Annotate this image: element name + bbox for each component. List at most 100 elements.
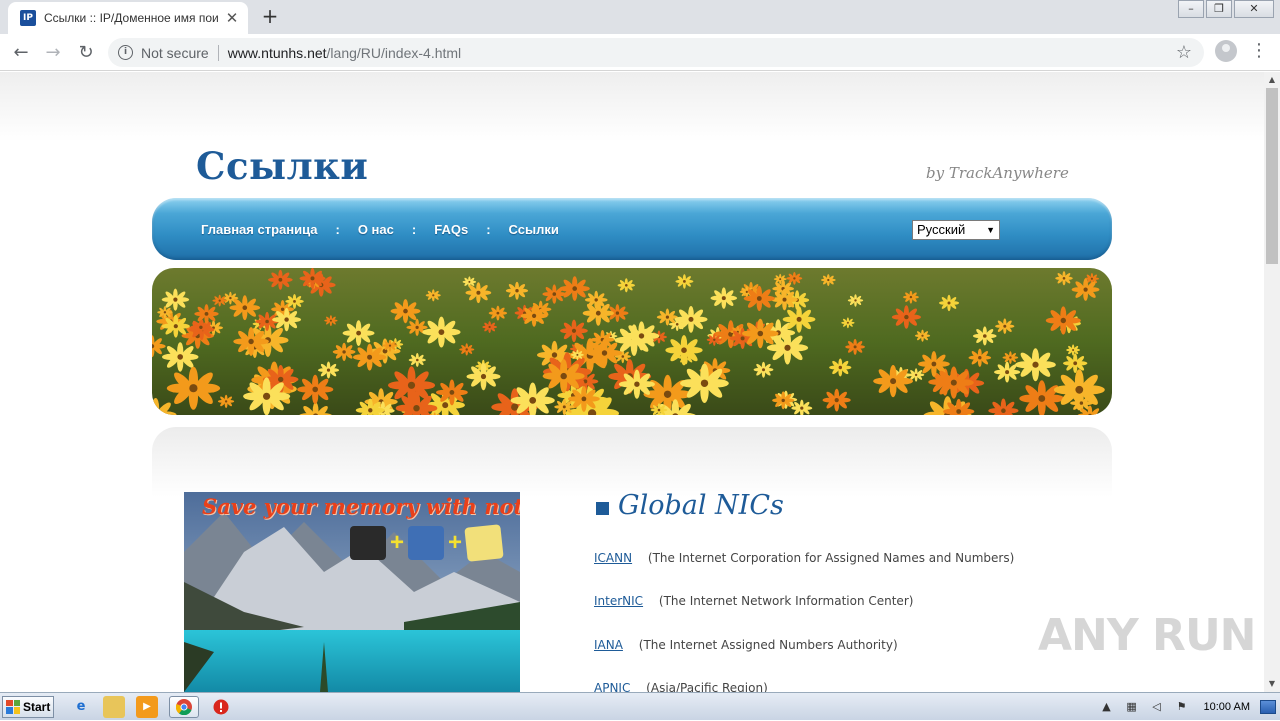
- security-label[interactable]: Not secure: [141, 45, 209, 61]
- promo-icons: + +: [350, 524, 504, 562]
- flower-decoration: [1045, 306, 1081, 335]
- flower-decoration: [488, 305, 508, 321]
- back-icon[interactable]: ←: [8, 40, 34, 66]
- tray-expand-icon[interactable]: ▲: [1099, 699, 1115, 715]
- show-desktop-button[interactable]: [1260, 700, 1276, 714]
- flower-decoration: [542, 359, 585, 394]
- flag-icon[interactable]: ⚑: [1174, 699, 1190, 715]
- flower-decoration: [914, 329, 931, 342]
- flower-decoration: [939, 294, 960, 312]
- promo-ad-image[interactable]: Save your memory with notes + +: [184, 492, 520, 692]
- flower-decoration: [505, 281, 529, 300]
- url-host[interactable]: www.ntunhs.net: [228, 45, 327, 61]
- nav-link-links[interactable]: Ссылки: [509, 222, 559, 237]
- flower-decoration: [268, 269, 293, 290]
- minimize-button[interactable]: –: [1178, 0, 1204, 18]
- iana-link[interactable]: IANA: [594, 638, 623, 652]
- windows-taskbar: Start e ▶ ▲ ▦ ◁ ⚑ 10:00 AM: [0, 692, 1280, 720]
- flower-decoration: [157, 306, 173, 319]
- site-favicon-icon: IP: [20, 10, 36, 26]
- page-viewport: Ссылки by TrackAnywhere Главная страница…: [0, 72, 1264, 692]
- flower-decoration: [190, 318, 212, 337]
- flower-decoration: [459, 343, 475, 356]
- star-icon[interactable]: ☆: [1176, 42, 1192, 63]
- stop-icon[interactable]: [210, 696, 232, 718]
- network-icon[interactable]: ▦: [1124, 699, 1140, 715]
- list-item: APNIC (Asia/Pacific Region): [594, 681, 768, 692]
- flower-decoration: [847, 294, 864, 307]
- chrome-taskbar-button[interactable]: [169, 695, 199, 718]
- flower-decoration: [674, 306, 708, 333]
- forward-icon[interactable]: →: [40, 40, 66, 66]
- tab-close-icon[interactable]: ✕: [224, 9, 240, 27]
- language-selected: Русский: [917, 222, 966, 237]
- flower-decoration: [324, 315, 338, 327]
- list-item: IANA (The Internet Assigned Numbers Auth…: [594, 638, 898, 652]
- flower-decoration: [243, 377, 291, 415]
- flower-decoration: [285, 293, 304, 309]
- volume-icon[interactable]: ◁: [1149, 699, 1165, 715]
- scroll-thumb[interactable]: [1266, 88, 1278, 264]
- flower-decoration: [821, 274, 836, 286]
- flower-decoration: [972, 326, 997, 346]
- address-bar[interactable]: i Not secure www.ntunhs.net/lang/RU/inde…: [108, 38, 1204, 67]
- flower-decoration: [166, 366, 221, 410]
- sticky-note-icon: [464, 524, 504, 562]
- menu-icon[interactable]: ⋮: [1250, 40, 1268, 64]
- nav-link-faqs[interactable]: FAQs: [434, 222, 468, 237]
- flower-decoration: [845, 338, 865, 355]
- scroll-up-icon[interactable]: ▲: [1264, 72, 1280, 88]
- flower-decoration: [1002, 351, 1019, 364]
- flower-decoration: [617, 278, 635, 293]
- flower-banner-image: [152, 268, 1112, 415]
- flower-decoration: [560, 319, 588, 342]
- promo-text: Save your memory with notes: [202, 494, 520, 519]
- internic-link[interactable]: InterNIC: [594, 594, 643, 608]
- window-close-button[interactable]: ✕: [1234, 0, 1274, 18]
- browser-tab[interactable]: IP Ссылки :: IP/Доменное имя поиска ✕: [8, 2, 248, 34]
- nav-separator: :: [335, 221, 340, 237]
- scroll-down-icon[interactable]: ▼: [1264, 676, 1280, 692]
- language-select[interactable]: Русский ▼: [912, 220, 1000, 240]
- info-icon[interactable]: i: [118, 45, 133, 60]
- flower-decoration: [623, 321, 660, 351]
- flower-decoration: [436, 379, 468, 406]
- flower-decoration: [753, 361, 774, 378]
- flower-decoration: [665, 335, 703, 366]
- nav-link-about[interactable]: О нас: [358, 222, 394, 237]
- flower-decoration: [786, 271, 803, 285]
- profile-icon[interactable]: [1215, 40, 1237, 62]
- maximize-button[interactable]: ❐: [1206, 0, 1232, 18]
- internet-explorer-icon[interactable]: e: [70, 696, 92, 718]
- start-button[interactable]: Start: [2, 695, 54, 718]
- flower-decoration: [559, 276, 590, 301]
- flower-decoration: [554, 398, 575, 415]
- page-scrollbar[interactable]: ▲ ▼: [1264, 72, 1280, 692]
- system-tray: ▲ ▦ ◁ ⚑ 10:00 AM: [1090, 693, 1280, 721]
- new-tab-icon[interactable]: +: [258, 5, 282, 29]
- flower-decoration: [1055, 271, 1073, 286]
- link-description: (The Internet Assigned Numbers Authority…: [638, 638, 898, 652]
- file-explorer-icon[interactable]: [103, 695, 125, 718]
- nav-link-home[interactable]: Главная страница: [201, 222, 317, 237]
- flower-decoration: [422, 316, 461, 348]
- tab-strip: IP Ссылки :: IP/Доменное имя поиска ✕ + …: [0, 0, 1280, 34]
- flower-decoration: [353, 343, 387, 371]
- flower-decoration: [161, 288, 190, 311]
- link-description: (Asia/Pacific Region): [646, 681, 768, 692]
- flower-decoration: [771, 288, 798, 311]
- url-divider: [217, 44, 219, 61]
- reload-icon[interactable]: ↻: [73, 40, 99, 66]
- flower-decoration: [318, 361, 340, 379]
- flower-decoration: [903, 290, 919, 304]
- flower-decoration: [466, 362, 501, 391]
- flower-decoration: [299, 268, 326, 289]
- apnic-link[interactable]: APNIC: [594, 681, 630, 692]
- window-controls: – ❐ ✕: [1176, 0, 1274, 18]
- clock[interactable]: 10:00 AM: [1204, 701, 1250, 713]
- flower-decoration: [675, 274, 694, 289]
- flower-decoration: [782, 306, 816, 333]
- url-path[interactable]: /lang/RU/index-4.html: [327, 45, 462, 61]
- icann-link[interactable]: ICANN: [594, 551, 632, 565]
- media-player-icon[interactable]: ▶: [136, 695, 158, 718]
